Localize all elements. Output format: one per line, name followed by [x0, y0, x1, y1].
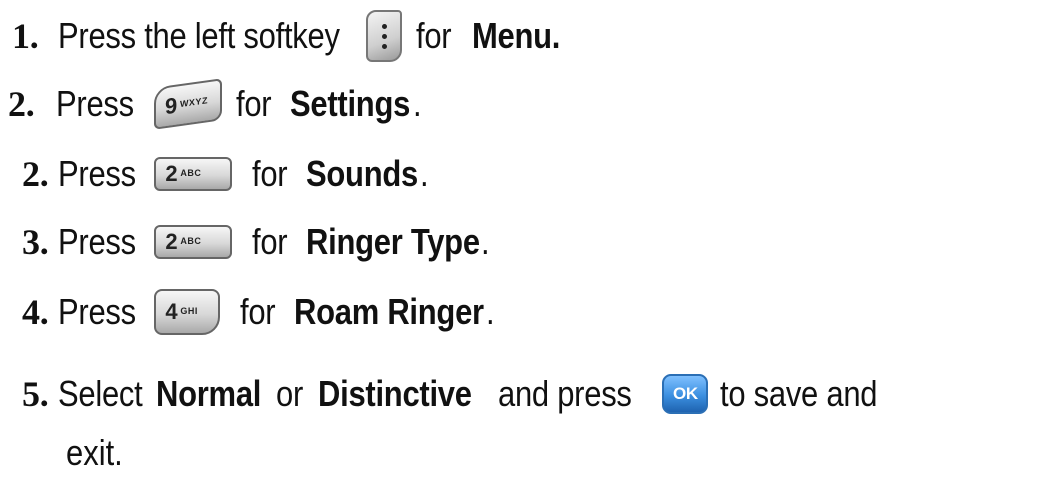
step-text: for [236, 83, 272, 124]
step-number: 2. [22, 154, 49, 194]
step-text: or [276, 373, 304, 414]
key-4-icon: 4 GHI [154, 289, 221, 335]
step-4: 4. Press 4 GHI for Roam Ringer. [0, 284, 496, 340]
left-softkey-icon [366, 10, 403, 62]
step-text: Press the left softkey [58, 15, 341, 56]
step-2-sounds: 2. Press 2 ABC for Sounds. [22, 153, 428, 194]
step-text: and press [498, 373, 633, 414]
step-text: Press [58, 221, 137, 262]
step-text: Press [58, 291, 137, 332]
normal-option: Normal [156, 373, 262, 414]
step-1: 1. Press the left softkey for Menu. [0, 8, 574, 64]
step-2: 2. Press 9 WXYZ for Settings. [0, 76, 423, 132]
step-text: Press [56, 83, 135, 124]
step-5: 5. Select Normal or Distinctive and pres… [0, 366, 903, 422]
step-number: 5. [22, 374, 49, 414]
sounds-label: Sounds [306, 153, 419, 194]
step-3: 3. Press 2 ABC for Ringer Type. [22, 221, 490, 262]
settings-label: Settings [290, 83, 411, 124]
ok-key-icon: OK [662, 374, 709, 414]
roam-ringer-label: Roam Ringer [294, 291, 485, 332]
key-9-icon: 9 WXYZ [154, 78, 223, 130]
step-number: 3. [22, 222, 49, 262]
menu-label: Menu. [471, 15, 560, 56]
step-number: 4. [22, 292, 49, 332]
step-text: for [240, 291, 276, 332]
key-2-icon: 2 ABC [154, 157, 233, 191]
step-number: 1. [12, 16, 39, 56]
step-5-continuation: exit. [66, 432, 123, 473]
step-text: to save and [720, 373, 878, 414]
step-number: 2. [8, 84, 35, 124]
step-text: for [252, 221, 288, 262]
ringer-type-label: Ringer Type [306, 221, 481, 262]
step-text: Press [58, 153, 137, 194]
distinctive-option: Distinctive [318, 373, 473, 414]
step-text: Select [58, 373, 143, 414]
step-text: for [416, 15, 452, 56]
step-text: for [252, 153, 288, 194]
key-2-icon: 2 ABC [154, 225, 233, 259]
